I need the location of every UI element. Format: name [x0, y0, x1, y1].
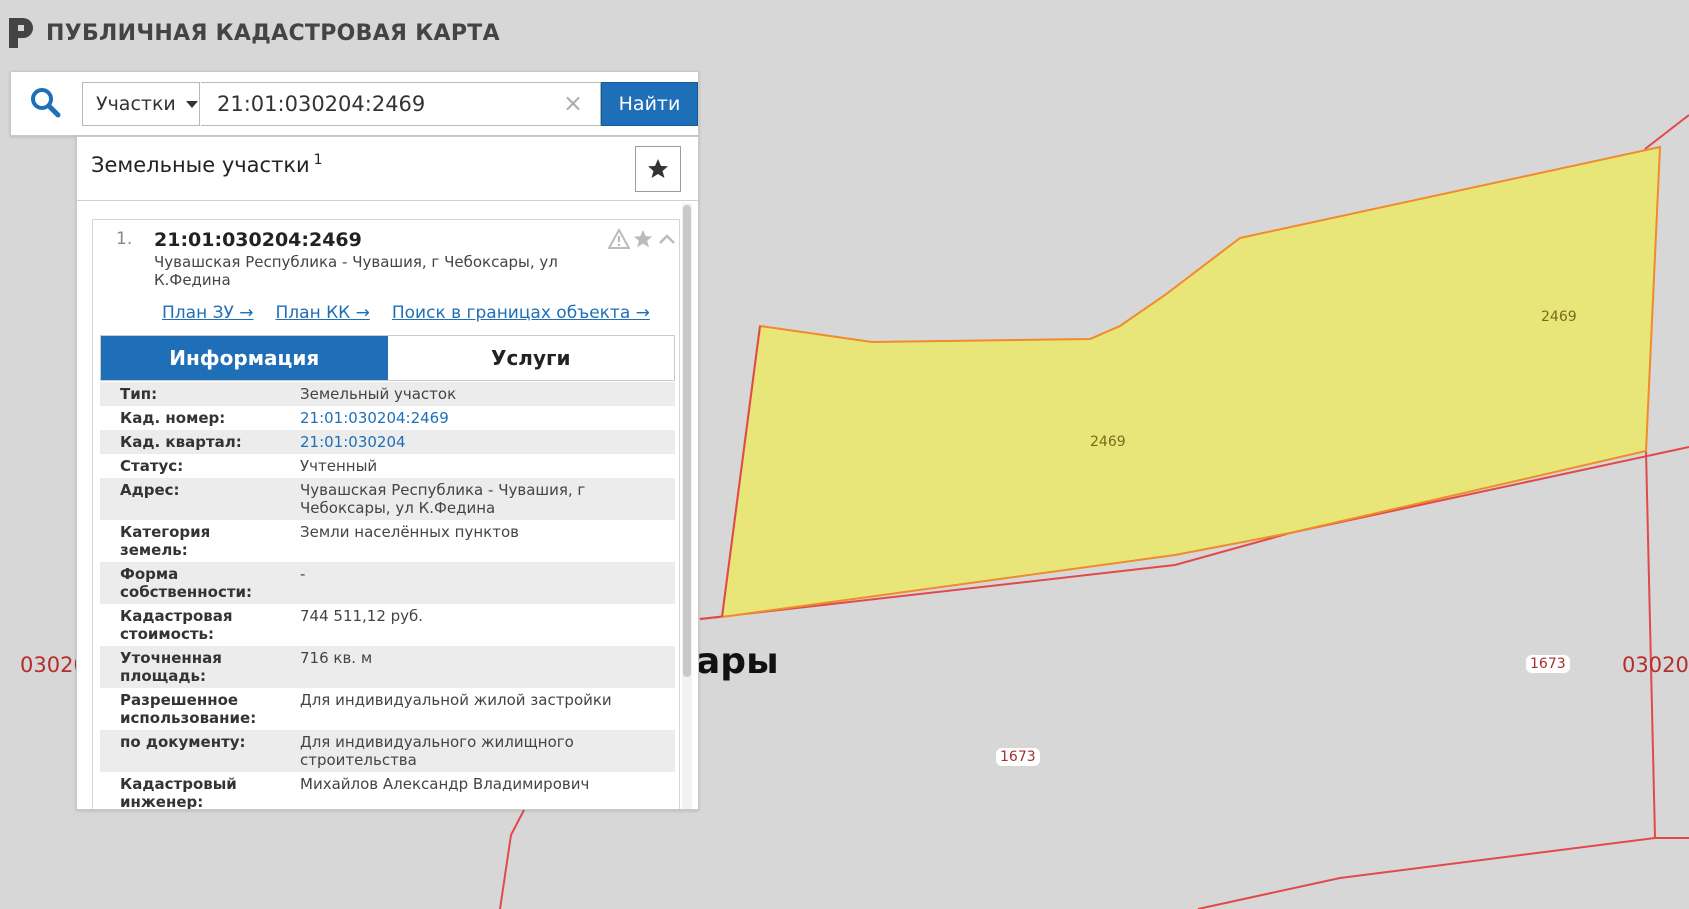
row-key: Кад. квартал:	[120, 433, 242, 451]
boundary-line	[699, 616, 721, 620]
tab-services[interactable]: Услуги	[387, 336, 674, 380]
chevron-down-icon	[185, 100, 198, 108]
table-row: Категория земель: Земли населённых пункто…	[100, 520, 675, 562]
boundary-line	[499, 809, 525, 909]
row-value: -	[300, 565, 306, 583]
result-links: План ЗУ → План КК → Поиск в границах объ…	[162, 303, 650, 323]
table-row: Тип: Земельный участок	[100, 382, 675, 406]
scrollbar[interactable]	[682, 203, 692, 809]
app-title: ПУБЛИЧНАЯ КАДАСТРОВАЯ КАРТА	[46, 20, 500, 46]
results-heading: Земельные участки	[91, 153, 310, 177]
app-header: ПУБЛИЧНАЯ КАДАСТРОВАЯ КАРТА	[6, 16, 500, 50]
row-value: Чувашская Республика - Чувашия, г Чебокс…	[300, 481, 586, 517]
search-icon[interactable]	[28, 85, 62, 119]
city-label: ары	[696, 641, 779, 682]
search-type-select[interactable]: Участки	[82, 82, 200, 126]
row-value: Для индивидуальной жилой застройки	[300, 691, 612, 709]
result-cadastral-number[interactable]: 21:01:030204:2469	[154, 229, 362, 251]
table-row: Уточненная площадь: 716 кв. м	[100, 646, 675, 688]
results-panel: Земельные участки 1 1. 21:01:030204:2469 …	[76, 136, 699, 810]
row-key: Категория земель:	[120, 523, 211, 559]
table-row: Кад. номер: 21:01:030204:2469	[100, 406, 675, 430]
row-key: по документу:	[120, 733, 246, 751]
search-in-bounds-link[interactable]: Поиск в границах объекта →	[392, 303, 650, 323]
row-key: Кадастровая стоимость:	[120, 607, 233, 643]
row-value[interactable]: 21:01:030204	[290, 430, 675, 454]
row-value: Земли населённых пунктов	[300, 523, 519, 541]
row-key: Кадастровый инженер:	[120, 775, 237, 810]
result-card: 1. 21:01:030204:2469 Чувашская Республик…	[92, 219, 680, 810]
row-key: Уточненная площадь:	[120, 649, 222, 685]
row-value: Для индивидуального жилищного строительс…	[300, 733, 574, 769]
scrollbar-thumb[interactable]	[683, 205, 691, 677]
tab-info[interactable]: Информация	[101, 336, 388, 380]
results-header: Земельные участки 1	[77, 137, 698, 201]
card-actions	[608, 228, 678, 250]
search-type-value: Участки	[96, 93, 176, 115]
favorites-button[interactable]	[635, 146, 681, 192]
table-row: Форма собственности: -	[100, 562, 675, 604]
table-row: по документу: Для индивидуального жилищно…	[100, 730, 675, 772]
table-row: Кад. квартал: 21:01:030204	[100, 430, 675, 454]
neighbor-label: 1673	[996, 748, 1040, 766]
row-value: 744 511,12 руб.	[300, 607, 424, 625]
search-input[interactable]	[201, 82, 601, 126]
boundary-line	[1644, 114, 1689, 150]
quarter-label-right: 030204	[1622, 653, 1689, 677]
selected-parcel[interactable]	[720, 145, 1662, 619]
chevron-up-icon[interactable]	[656, 228, 678, 250]
find-button[interactable]: Найти	[601, 82, 698, 126]
row-value: Учтенный	[300, 457, 378, 475]
search-bar: Участки × Найти	[10, 71, 699, 136]
results-title: Земельные участки 1	[91, 152, 323, 177]
plan-zu-link[interactable]: План ЗУ →	[162, 303, 254, 323]
row-key: Адрес:	[120, 481, 180, 499]
clear-search-icon[interactable]: ×	[559, 88, 587, 118]
neighbor-label: 1673	[1526, 655, 1570, 673]
row-value: 716 кв. м	[300, 649, 373, 667]
row-value: Михайлов Александр Владимирович	[300, 775, 590, 793]
table-row: Статус: Учтенный	[100, 454, 675, 478]
star-icon[interactable]	[632, 228, 654, 250]
row-key: Тип:	[120, 385, 158, 403]
result-tabs: Информация Услуги	[100, 335, 675, 381]
row-key: Кад. номер:	[120, 409, 226, 427]
results-count: 1	[313, 152, 323, 168]
table-row: Адрес: Чувашская Республика - Чувашия, г …	[100, 478, 675, 520]
table-row: Разрешенное использование: Для индивидуал…	[100, 688, 675, 730]
parcel-label-secondary: 2469	[1541, 309, 1577, 325]
row-key: Форма собственности:	[120, 565, 253, 601]
table-row: Кадастровый инженер: Михайлов Александр В…	[100, 772, 675, 810]
rosreestr-logo-icon	[9, 18, 33, 48]
plan-kk-link[interactable]: План КК →	[276, 303, 370, 323]
row-key: Статус:	[120, 457, 184, 475]
warning-icon[interactable]	[608, 228, 630, 250]
row-value[interactable]: 21:01:030204:2469	[290, 406, 675, 430]
info-table: Тип: Земельный участок Кад. номер: 21:01:03…	[100, 382, 675, 810]
row-value: Земельный участок	[300, 385, 457, 403]
table-row: Кадастровая стоимость: 744 511,12 руб.	[100, 604, 675, 646]
boundary-line	[1197, 837, 1656, 909]
result-index: 1.	[116, 229, 133, 249]
star-icon	[648, 159, 668, 178]
row-key: Разрешенное использование:	[120, 691, 257, 727]
result-address: Чувашская Республика - Чувашия, г Чебокс…	[154, 253, 558, 289]
parcel-label: 2469	[1090, 434, 1126, 450]
